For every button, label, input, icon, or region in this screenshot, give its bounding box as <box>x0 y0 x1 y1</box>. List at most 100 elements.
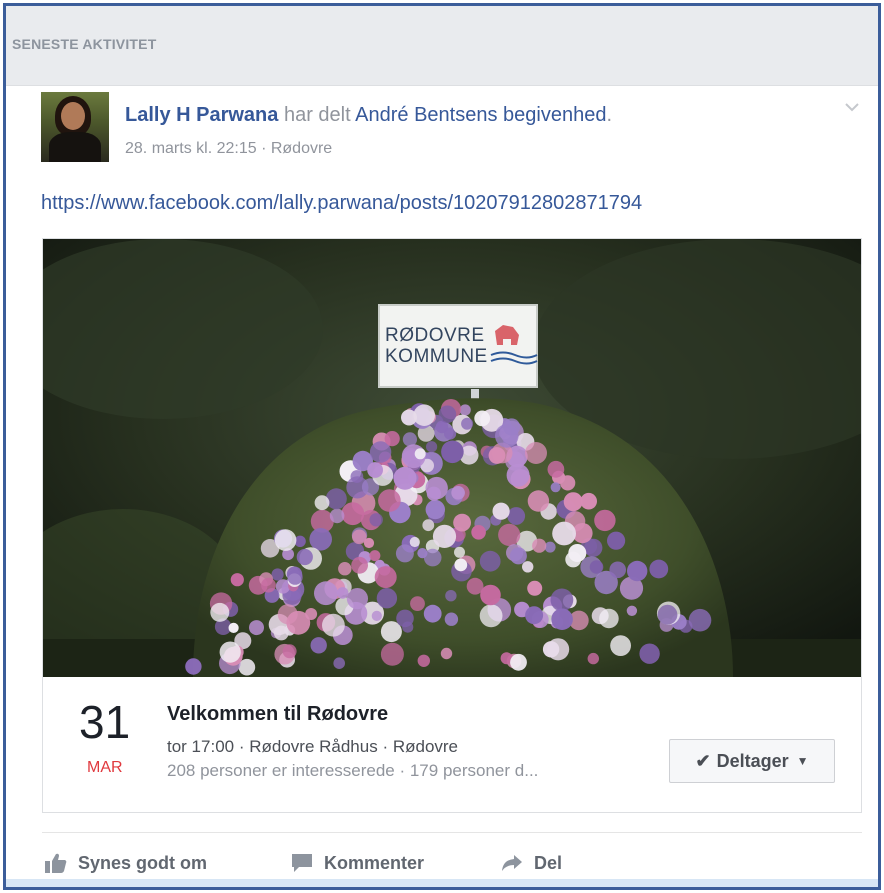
flower <box>401 409 417 426</box>
flower <box>329 508 345 524</box>
flower <box>466 577 484 595</box>
flower <box>426 486 441 501</box>
post-title: Lally H Parwana har delt André Bentsens … <box>125 104 612 127</box>
flower <box>228 622 239 633</box>
share-button[interactable]: Del <box>500 852 562 874</box>
flower <box>607 531 626 550</box>
flower <box>309 528 333 551</box>
flower <box>454 546 465 558</box>
shared-owner-link[interactable]: André Bentsens <box>355 104 497 126</box>
comment-icon <box>290 852 314 874</box>
flower <box>506 463 530 487</box>
flower <box>547 638 570 661</box>
post-header: Lally H Parwana har delt André Bentsens … <box>41 92 861 162</box>
flower <box>374 566 397 589</box>
going-button[interactable]: ✔ Deltager ▼ <box>669 739 835 783</box>
comment-button[interactable]: Kommenter <box>290 852 424 874</box>
thumbs-up-icon <box>44 852 68 874</box>
flower <box>525 606 544 625</box>
flower <box>417 654 430 667</box>
flower <box>441 440 464 464</box>
avatar[interactable] <box>41 92 109 162</box>
flower <box>367 462 383 478</box>
chevron-down-icon[interactable] <box>843 100 861 114</box>
flower <box>325 488 347 510</box>
flower <box>378 489 401 512</box>
flower-cluster <box>185 399 712 676</box>
flower <box>376 588 398 609</box>
flower <box>461 417 474 430</box>
flower <box>627 560 648 582</box>
flower <box>639 643 660 664</box>
post-actions: Synes godt om Kommenter Del <box>42 844 862 884</box>
flower <box>498 523 521 546</box>
flower <box>287 569 303 585</box>
author-link[interactable]: Lally H Parwana <box>125 104 278 126</box>
flower <box>341 502 365 526</box>
flower <box>426 441 438 453</box>
flower <box>438 405 457 424</box>
event-title-link[interactable]: Velkommen til Rødovre <box>167 703 388 726</box>
flower <box>384 431 400 447</box>
flower <box>350 470 364 483</box>
flower <box>649 559 669 579</box>
flower <box>547 460 565 478</box>
flower <box>479 604 503 628</box>
flower <box>610 635 631 656</box>
flower <box>185 658 202 675</box>
post-location[interactable]: Rødovre <box>271 140 332 157</box>
comment-label: Kommenter <box>324 852 425 873</box>
event-card[interactable]: RØDOVRE KOMMUNE 31 MAR Velkommen til Rød… <box>42 238 862 813</box>
post-verb: har delt <box>283 104 351 126</box>
flower <box>599 608 619 629</box>
flower <box>210 602 230 622</box>
flower <box>492 502 510 520</box>
shared-type-link[interactable]: begivenhed <box>503 104 606 126</box>
flower <box>432 524 457 548</box>
post-timestamp[interactable]: 28. marts kl. 22:15 <box>125 140 257 157</box>
flower <box>380 642 404 666</box>
flower <box>230 573 244 587</box>
going-label: Deltager <box>716 750 789 771</box>
flower <box>509 547 527 565</box>
flower <box>580 492 597 510</box>
flower <box>587 652 599 665</box>
flower <box>414 448 426 460</box>
flower <box>609 561 626 579</box>
post-meta: 28. marts kl. 22:15 · Rødovre <box>125 140 332 158</box>
activity-panel: SENESTE AKTIVITET Lally H Parwana har de… <box>3 3 881 890</box>
flower <box>551 608 573 630</box>
flower <box>333 657 346 669</box>
flower <box>657 604 678 625</box>
flower <box>219 641 241 663</box>
share-arrow-icon <box>500 852 524 874</box>
flower <box>510 653 527 671</box>
flower <box>471 525 486 540</box>
flower <box>286 610 311 635</box>
event-date-day: 31 <box>79 696 131 748</box>
like-button[interactable]: Synes godt om <box>44 852 207 874</box>
flower <box>310 637 327 654</box>
meta-separator: · <box>256 140 271 157</box>
flower <box>495 424 519 448</box>
flower <box>249 620 264 636</box>
post-url-link[interactable]: https://www.facebook.com/lally.parwana/p… <box>41 192 642 215</box>
flower <box>369 550 381 562</box>
flower <box>314 495 330 511</box>
flower <box>314 581 338 606</box>
flower <box>550 588 574 612</box>
flower <box>479 550 501 572</box>
flower <box>532 538 547 553</box>
title-period: . <box>606 104 613 126</box>
event-photo[interactable]: RØDOVRE KOMMUNE <box>43 239 861 677</box>
flower <box>563 492 583 512</box>
flower <box>594 509 616 532</box>
flower <box>522 561 534 573</box>
flower <box>410 596 425 611</box>
flower <box>369 513 383 527</box>
flower <box>525 442 547 464</box>
flower <box>527 580 543 596</box>
flower <box>282 644 297 659</box>
section-title: SENESTE AKTIVITET <box>12 36 157 52</box>
flower <box>423 604 442 623</box>
